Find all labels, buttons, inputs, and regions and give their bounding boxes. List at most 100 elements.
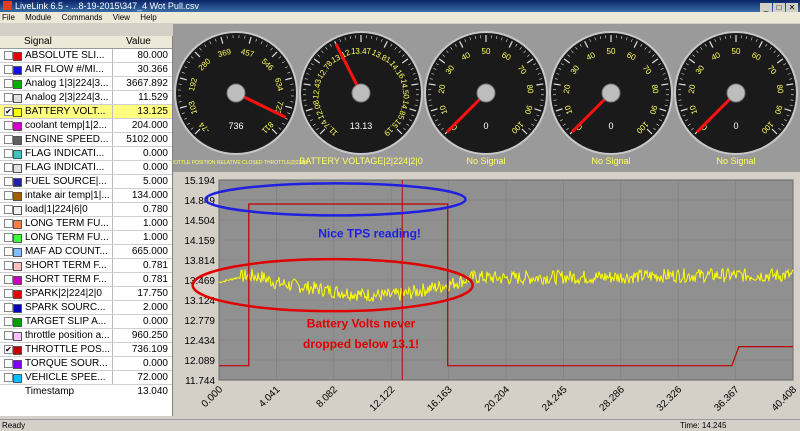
gauge-title: BATTERY VOLTAGE|2|224|2|0 [299,156,423,166]
gauge: -74103192280369457546634723811736THROTTL… [173,31,308,166]
signal-checkbox[interactable]: ✔ [4,345,13,354]
signal-checkbox[interactable] [4,359,13,368]
signal-color-swatch[interactable] [13,304,22,313]
signal-color-swatch[interactable] [13,122,22,131]
signal-row[interactable]: throttle position a...960.250 [0,329,172,343]
signal-checkbox[interactable] [4,149,13,158]
signal-checkbox[interactable] [4,163,13,172]
signal-checkbox[interactable] [4,289,13,298]
signal-color-swatch[interactable] [13,220,22,229]
signal-color-swatch[interactable] [13,108,22,117]
signal-color-swatch[interactable] [13,262,22,271]
signal-checkbox[interactable] [4,233,13,242]
signal-color-swatch[interactable] [13,150,22,159]
header-signal[interactable]: Signal [24,36,52,48]
signal-row[interactable]: SPARK|2|224|2|017.750 [0,287,172,301]
signal-checkbox[interactable] [4,219,13,228]
signal-checkbox[interactable] [4,191,13,200]
column-divider [112,203,113,216]
signal-name: throttle position a... [25,329,111,342]
y-tick-label: 11.744 [185,376,215,387]
signal-row[interactable]: ✔BATTERY VOLT...13.125 [0,105,172,119]
menu-view[interactable]: View [109,13,134,22]
signal-row[interactable]: TARGET SLIP A...0.000 [0,315,172,329]
menu-file[interactable]: File [0,13,19,22]
signal-row[interactable]: LONG TERM FU...1.000 [0,231,172,245]
signal-checkbox[interactable] [4,247,13,256]
signal-color-swatch[interactable] [13,360,22,369]
signal-color-swatch[interactable] [13,248,22,257]
signal-row[interactable]: ✔THROTTLE POS...736.109 [0,343,172,357]
signal-chart[interactable]: 15.19414.84914.50414.15913.81413.46913.1… [173,172,800,416]
menu-module[interactable]: Module [21,13,55,22]
signal-color-swatch[interactable] [13,94,22,103]
signal-color-swatch[interactable] [13,374,22,383]
signal-checkbox[interactable] [4,65,13,74]
title-bar: LiveLink 6.5 - ...8-19-2015\347_4 Wot Pu… [0,0,800,12]
signal-checkbox[interactable] [4,303,13,312]
signal-color-swatch[interactable] [13,318,22,327]
signal-checkbox[interactable] [4,275,13,284]
header-value[interactable]: Value [126,36,151,48]
signal-value: 736.109 [132,343,168,356]
signal-checkbox[interactable] [4,51,13,60]
signal-color-swatch[interactable] [13,346,22,355]
gauge-value: 736 [228,121,243,131]
signal-row[interactable]: FLAG INDICATI...0.000 [0,161,172,175]
signal-checkbox[interactable] [4,317,13,326]
menu-commands[interactable]: Commands [58,13,107,22]
signal-color-swatch[interactable] [13,66,22,75]
signal-row[interactable]: ABSOLUTE SLI...80.000 [0,49,172,63]
signal-value: 1.000 [143,231,168,244]
signal-color-swatch[interactable] [13,206,22,215]
signal-checkbox[interactable] [4,79,13,88]
signal-row[interactable]: SHORT TERM F... 0.781 [0,273,172,287]
signal-row[interactable]: intake air temp|1|...134.000 [0,189,172,203]
signal-row[interactable]: SHORT TERM F...0.781 [0,259,172,273]
signal-color-swatch[interactable] [13,178,22,187]
signal-color-swatch[interactable] [13,290,22,299]
signal-row[interactable]: AIR FLOW #/MI...30.366 [0,63,172,77]
signal-color-swatch[interactable] [13,80,22,89]
signal-value: 0.781 [143,273,168,286]
signal-color-swatch[interactable] [13,164,22,173]
signal-checkbox[interactable] [4,205,13,214]
signal-row[interactable]: MAF AD COUNT...665.000 [0,245,172,259]
chart-svg[interactable]: 15.19414.84914.50414.15913.81413.46913.1… [173,172,800,416]
signal-value: 204.000 [132,119,168,132]
signal-row[interactable]: Analog 2|3|224|3...11.529 [0,91,172,105]
signal-name: intake air temp|1|... [25,189,111,202]
signal-name: Analog 1|3|224|3... [25,77,111,90]
signal-row[interactable]: LONG TERM FU...1.000 [0,217,172,231]
signal-value: 3667.892 [126,77,168,90]
menu-help[interactable]: Help [136,13,160,22]
signal-checkbox[interactable] [4,261,13,270]
signal-color-swatch[interactable] [13,52,22,61]
signal-checkbox[interactable] [4,373,13,382]
signal-row[interactable]: VEHICLE SPEE...72.000 [0,371,172,385]
signal-checkbox[interactable] [4,135,13,144]
signal-row[interactable]: coolant temp|1|2...204.000 [0,119,172,133]
signal-color-swatch[interactable] [13,234,22,243]
signal-color-swatch[interactable] [13,192,22,201]
y-tick-label: 13.814 [184,256,215,267]
signal-checkbox[interactable] [4,331,13,340]
signal-color-swatch[interactable] [13,136,22,145]
signal-row[interactable]: load|1|224|6|00.780 [0,203,172,217]
signal-checkbox[interactable] [4,121,13,130]
signal-row[interactable]: FLAG INDICATI...0.000 [0,147,172,161]
signal-color-swatch[interactable] [13,332,22,341]
signal-row[interactable]: FUEL SOURCE|...5.000 [0,175,172,189]
signal-row[interactable]: SPARK SOURC...2.000 [0,301,172,315]
signal-checkbox[interactable]: ✔ [4,107,13,116]
signal-name: SHORT TERM F... [25,273,111,286]
signal-color-swatch[interactable] [13,276,22,285]
signal-checkbox[interactable] [4,177,13,186]
signal-row[interactable]: Analog 1|3|224|3... 3667.892 [0,77,172,91]
signal-name: FUEL SOURCE|... [25,175,111,188]
status-text: Ready [2,420,25,431]
signal-name: TARGET SLIP A... [25,315,111,328]
signal-row[interactable]: ENGINE SPEED...5102.000 [0,133,172,147]
signal-checkbox[interactable] [4,93,13,102]
signal-row[interactable]: TORQUE SOUR...0.000 [0,357,172,371]
